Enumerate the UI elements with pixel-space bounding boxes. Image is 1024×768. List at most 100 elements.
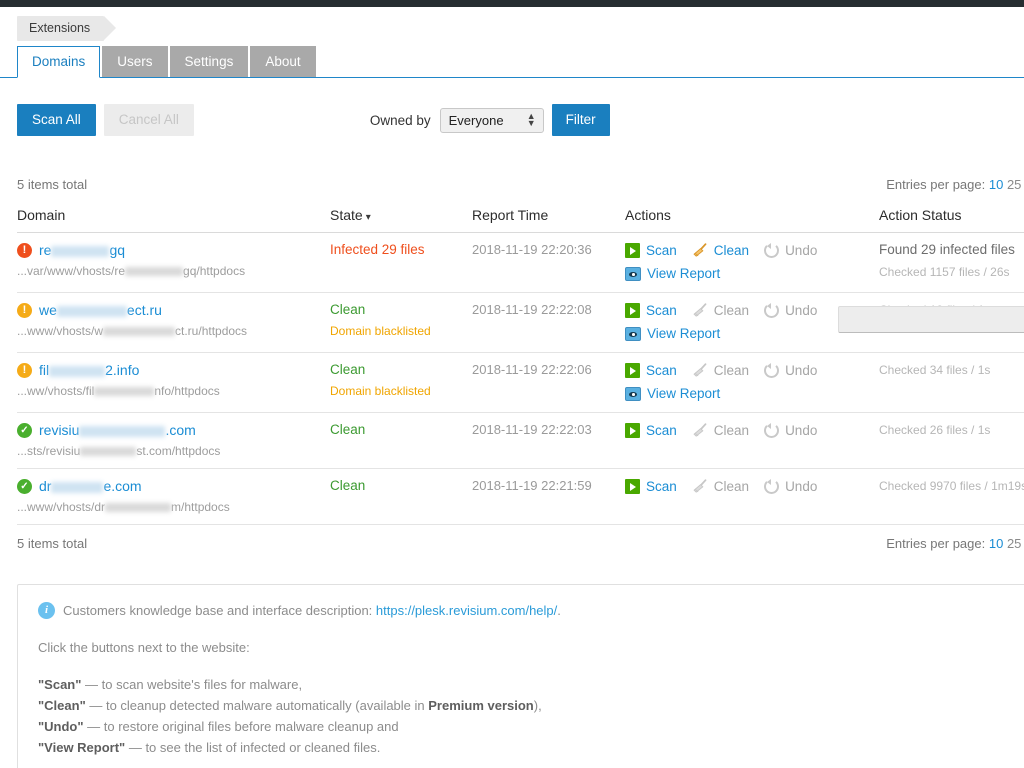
table-row: ✓revisiu.com...sts/revisiust.com/httpdoc… <box>17 413 1024 469</box>
column-header-state[interactable]: State▾ <box>330 202 472 233</box>
domain-link[interactable]: revisiu.com <box>39 422 196 438</box>
column-header-report-time[interactable]: Report Time <box>472 202 625 233</box>
tab-about[interactable]: About <box>250 46 315 77</box>
cell-state: Clean <box>330 469 472 525</box>
breadcrumb-item-extensions[interactable]: Extensions <box>17 16 104 41</box>
undo-action-label: Undo <box>785 422 817 439</box>
scan-action[interactable]: Scan <box>625 478 677 495</box>
domain-suffix: e.com <box>103 478 141 494</box>
info-kb-tail: . <box>557 603 561 618</box>
state-sublabel: Domain blacklisted <box>330 324 472 338</box>
scan-action[interactable]: Scan <box>625 362 677 379</box>
path-prefix: ...www/vhosts/w <box>17 324 103 338</box>
undo-icon <box>764 423 779 438</box>
clean-action-label: Clean <box>714 478 749 495</box>
info-item: "Scan" — to scan website's files for mal… <box>38 676 1024 694</box>
owned-by-select[interactable]: Everyone ▲▼ <box>440 108 544 133</box>
knowledge-base-link[interactable]: https://plesk.revisium.com/help/ <box>376 603 557 618</box>
column-header-domain[interactable]: Domain <box>17 202 330 233</box>
undo-icon <box>764 303 779 318</box>
tab-settings[interactable]: Settings <box>170 46 249 77</box>
domain-prefix: fil <box>39 362 49 378</box>
info-panel: i Customers knowledge base and interface… <box>17 584 1024 768</box>
info-item-term: "Clean" <box>38 698 86 713</box>
state-label: Clean <box>330 478 472 494</box>
view-report-action[interactable]: View Report <box>625 325 720 342</box>
broom-icon <box>692 303 708 318</box>
entries-option-10[interactable]: 10 <box>989 177 1003 192</box>
state-label: Infected 29 files <box>330 242 472 258</box>
redacted-domain <box>79 426 165 437</box>
chevron-updown-icon: ▲▼ <box>527 113 536 127</box>
sort-descending-icon: ▾ <box>366 212 371 223</box>
cell-report-time: 2018-11-19 22:22:06 <box>472 353 625 413</box>
redacted-domain <box>51 246 109 257</box>
scan-action[interactable]: Scan <box>625 422 677 439</box>
tab-users[interactable]: Users <box>102 46 167 77</box>
domain-suffix: gq <box>109 242 125 258</box>
scan-action[interactable]: Scan <box>625 242 677 259</box>
info-item-desc: — to scan website's files for malware, <box>81 677 302 692</box>
cell-actions: ScanCleanUndoView Report <box>625 353 879 413</box>
view-report-action-label: View Report <box>647 265 720 282</box>
search-input[interactable] <box>838 306 1024 333</box>
scan-action[interactable]: Scan <box>625 302 677 319</box>
domain-prefix: we <box>39 302 57 318</box>
view-report-action[interactable]: View Report <box>625 385 720 402</box>
filter-button[interactable]: Filter <box>552 104 610 136</box>
info-item-term: "View Report" <box>38 740 125 755</box>
domain-prefix: dr <box>39 478 51 494</box>
owned-by-selected-value: Everyone <box>449 113 504 128</box>
state-label: Clean <box>330 302 472 318</box>
view-report-action[interactable]: View Report <box>625 265 720 282</box>
undo-action-label: Undo <box>785 302 817 319</box>
redacted-path <box>103 327 175 336</box>
redacted-domain <box>57 306 127 317</box>
cell-state: Infected 29 files <box>330 233 472 293</box>
play-icon <box>625 243 640 258</box>
cancel-all-button[interactable]: Cancel All <box>104 104 194 136</box>
undo-action: Undo <box>764 302 817 319</box>
domain-link[interactable]: weect.ru <box>39 302 162 318</box>
path-suffix: m/httpdocs <box>171 500 230 514</box>
info-click-hint: Click the buttons next to the website: <box>38 639 1024 657</box>
warning-icon: ! <box>17 363 32 378</box>
undo-icon <box>764 363 779 378</box>
domain-link[interactable]: regq <box>39 242 125 258</box>
path-suffix: nfo/httpdocs <box>154 384 219 398</box>
play-icon <box>625 479 640 494</box>
info-kb-prefix: Customers knowledge base and interface d… <box>63 603 376 618</box>
redacted-path <box>125 267 183 276</box>
clean-action[interactable]: Clean <box>692 242 749 259</box>
domain-link[interactable]: dr e.com <box>39 478 142 494</box>
action-status-sub: Checked 26 files / 1s <box>879 423 1024 437</box>
column-header-state-label: State <box>330 207 363 223</box>
redacted-path <box>94 387 154 396</box>
report-time: 2018-11-19 22:22:08 <box>472 302 625 318</box>
table-row: !regq...var/www/vhosts/regq/httpdocsInfe… <box>17 233 1024 293</box>
table-header-row: Domain State▾ Report Time Actions Action… <box>17 202 1024 233</box>
domain-path: ...var/www/vhosts/regq/httpdocs <box>17 264 330 278</box>
domain-path: ...www/vhosts/w ct.ru/httpdocs <box>17 324 330 338</box>
cell-action-status: Checked 26 files / 1s <box>879 413 1024 469</box>
cell-domain: !weect.ru...www/vhosts/wct.ru/httpdocs <box>17 293 330 353</box>
domain-link[interactable]: fil2.info <box>39 362 139 378</box>
ok-icon: ✓ <box>17 479 32 494</box>
undo-action: Undo <box>764 478 817 495</box>
info-item-desc-after: ), <box>534 698 542 713</box>
path-suffix: ct.ru/httpdocs <box>175 324 247 338</box>
table-row: ✓dre.com...www/vhosts/drm/httpdocsClean2… <box>17 469 1024 525</box>
clean-action-label: Clean <box>714 302 749 319</box>
undo-icon <box>764 479 779 494</box>
list-meta-top: 5 items total Entries per page: 10 25 10… <box>0 177 1024 202</box>
tab-domains[interactable]: Domains <box>17 46 100 78</box>
info-item-term: "Undo" <box>38 719 84 734</box>
domain-path: ...www/vhosts/drm/httpdocs <box>17 500 330 514</box>
domain-path: ...ww/vhosts/filnfo/httpdocs <box>17 384 330 398</box>
clean-action: Clean <box>692 302 749 319</box>
entries-option-10[interactable]: 10 <box>989 536 1003 551</box>
scan-all-button[interactable]: Scan All <box>17 104 96 136</box>
redacted-domain <box>51 482 103 493</box>
cell-report-time: 2018-11-19 22:22:08 <box>472 293 625 353</box>
entries-label: Entries per page: <box>886 536 985 551</box>
